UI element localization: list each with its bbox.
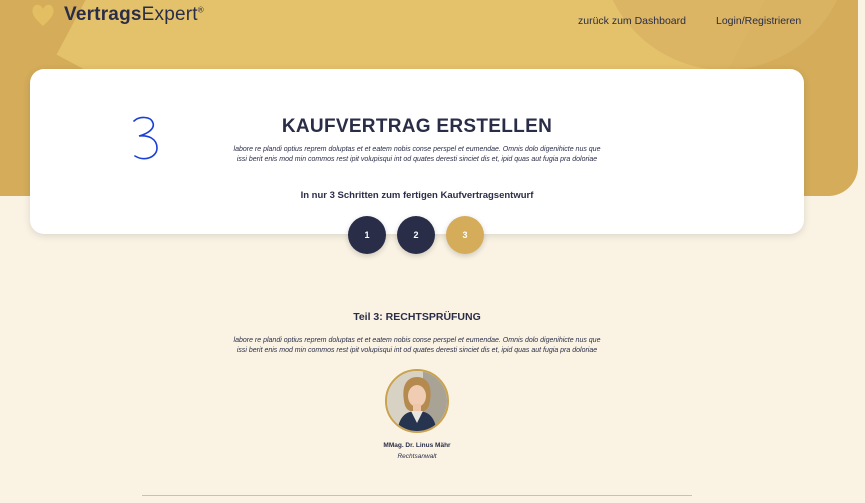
intro-text-line-2: issi berit enis mod min commos rest ipit… [236, 156, 598, 163]
section-title: Teil 3: RECHTSPRÜFUNG [353, 311, 481, 323]
nav-dashboard-link[interactable]: zurück zum Dashboard [578, 15, 686, 27]
lawyer-name: MMag. Dr. Linus Mähr [383, 442, 451, 449]
intro-text-line-1: labore re plandi optius reprem doluptas … [233, 146, 601, 153]
divider [142, 495, 692, 496]
step-1-button[interactable]: 1 [348, 216, 386, 254]
logo[interactable]: VertragsExpert® [30, 2, 204, 28]
person-portrait-icon [387, 371, 447, 431]
section-text-line-1: labore re plandi optius reprem doluptas … [233, 337, 601, 344]
section-text-line-2: issi berit enis mod min commos rest ipit… [236, 347, 598, 354]
lawyer-role: Rechtsanwalt [397, 453, 437, 460]
page-title: KAUFVERTRAG ERSTELLEN [281, 116, 553, 137]
lawyer-avatar [385, 369, 449, 433]
step-2-button[interactable]: 2 [397, 216, 435, 254]
steps-caption: In nur 3 Schritten zum fertigen Kaufvert… [300, 190, 534, 201]
logo-text: VertragsExpert® [64, 4, 204, 25]
logo-heart-icon [32, 4, 54, 27]
step-3-button[interactable]: 3 [446, 216, 484, 254]
nav-login-link[interactable]: Login/Registrieren [716, 15, 801, 27]
